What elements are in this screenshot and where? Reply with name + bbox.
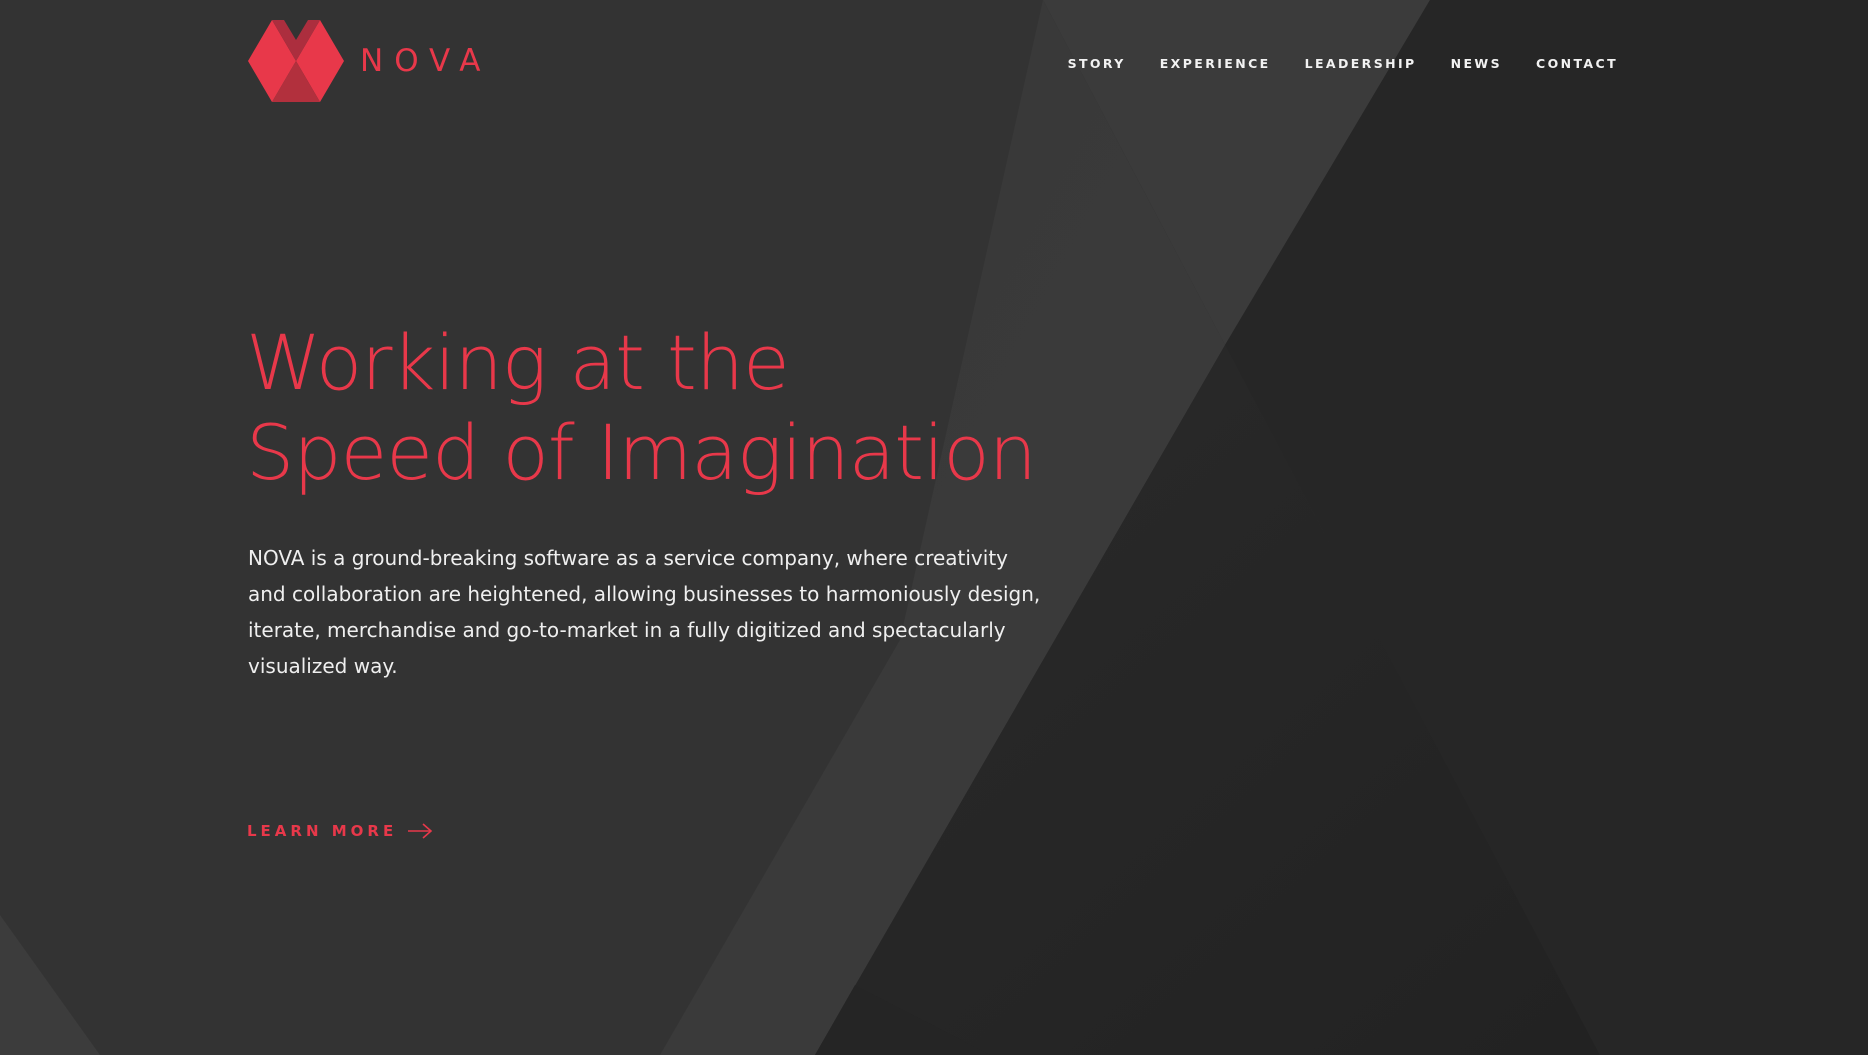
- diamond-x-logo-icon: [248, 20, 344, 102]
- learn-more-link[interactable]: LEARN MORE: [247, 822, 433, 840]
- logo-link[interactable]: NOVA: [248, 20, 491, 102]
- background-geometric-shapes: [0, 0, 1868, 1055]
- arrow-right-icon: [408, 823, 433, 839]
- nav-item-story[interactable]: STORY: [1068, 56, 1126, 71]
- hero-title: Working at the Speed of Imagination: [246, 318, 1037, 498]
- hero-title-line-2: Speed of Imagination: [246, 408, 1037, 497]
- site-header: NOVA STORY EXPERIENCE LEADERSHIP NEWS CO…: [248, 20, 1618, 110]
- main-nav: STORY EXPERIENCE LEADERSHIP NEWS CONTACT: [1034, 56, 1618, 71]
- nav-item-leadership[interactable]: LEADERSHIP: [1305, 56, 1417, 71]
- nav-item-news[interactable]: NEWS: [1451, 56, 1502, 71]
- hero-title-line-1: Working at the: [246, 318, 790, 407]
- brand-name: NOVA: [360, 43, 492, 79]
- hero-description: NOVA is a ground-breaking software as a …: [248, 546, 1041, 678]
- nav-item-experience[interactable]: EXPERIENCE: [1160, 56, 1271, 71]
- page: NOVA STORY EXPERIENCE LEADERSHIP NEWS CO…: [0, 0, 1868, 1055]
- nav-item-contact[interactable]: CONTACT: [1536, 56, 1618, 71]
- learn-more-label: LEARN MORE: [247, 822, 398, 840]
